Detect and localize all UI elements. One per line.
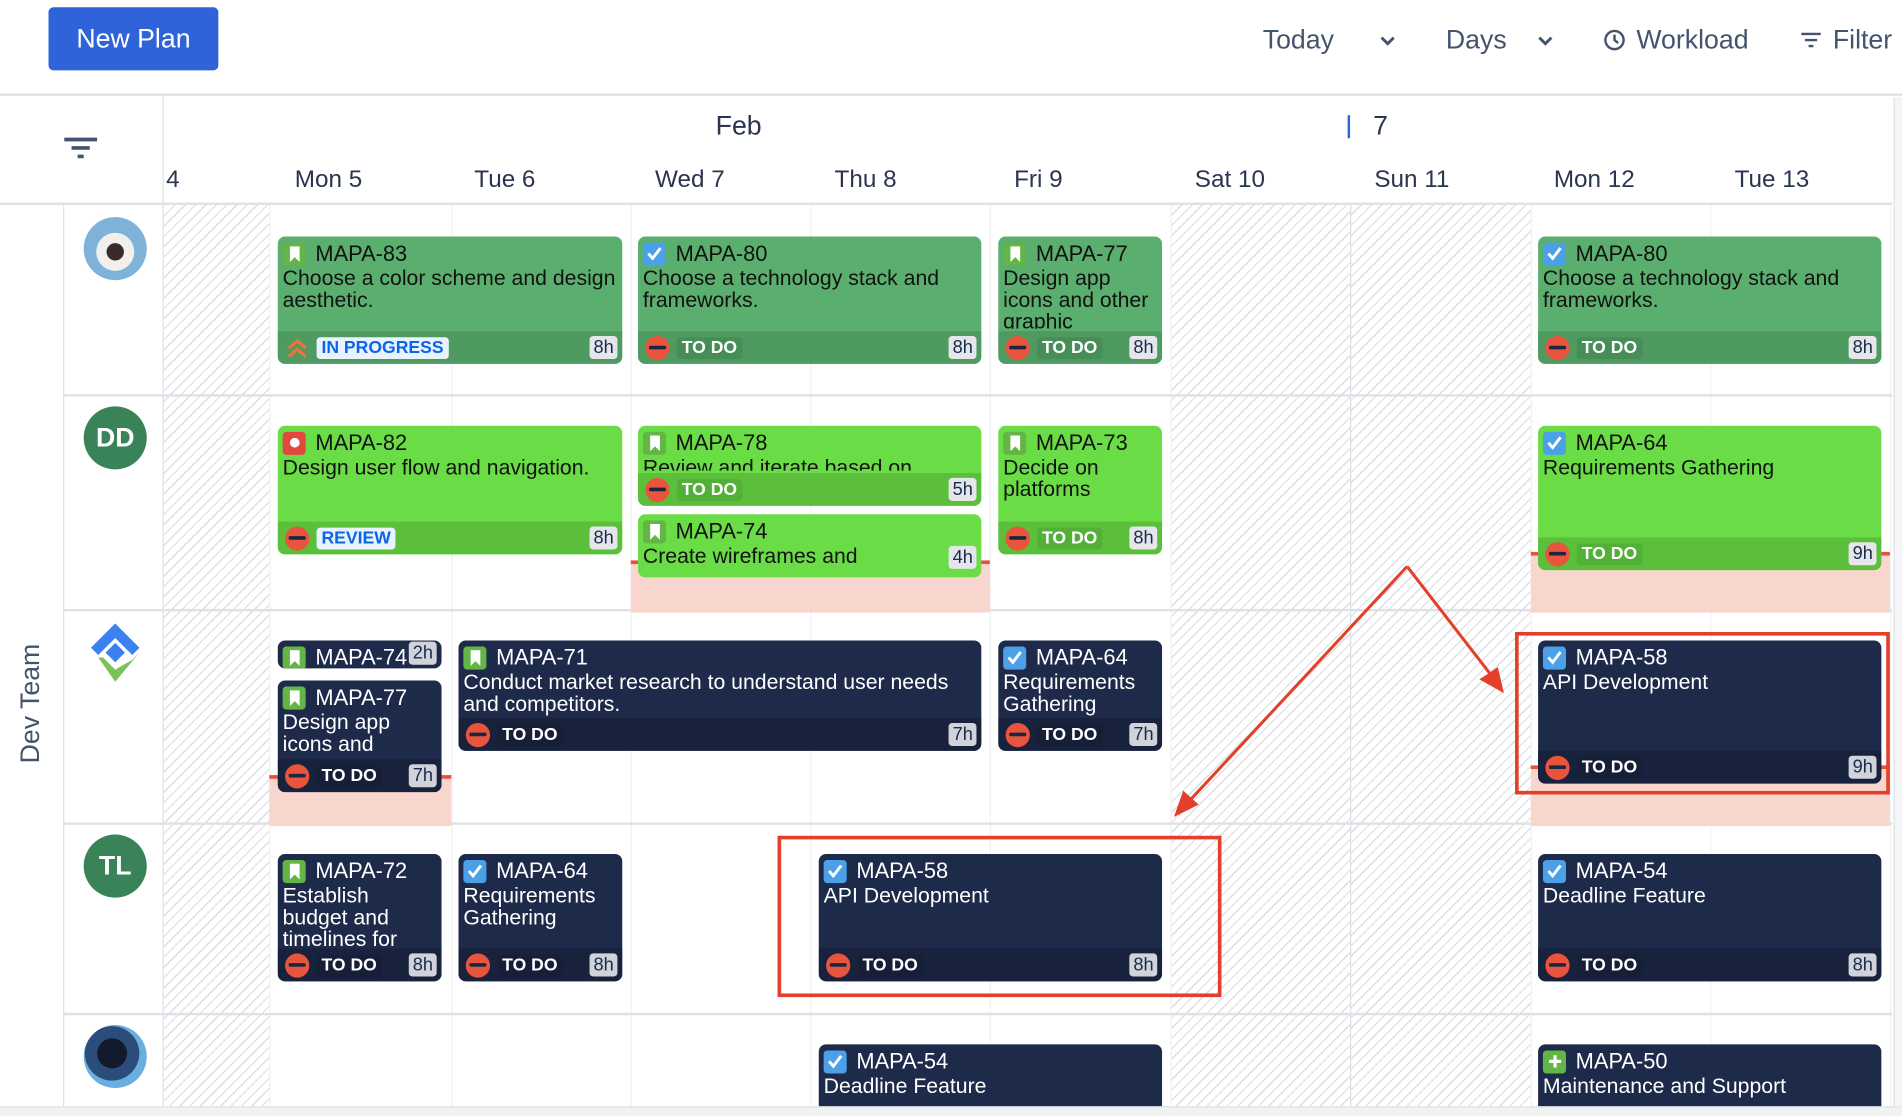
annotation-arrows xyxy=(1173,565,1504,817)
horizontal-scrollbar[interactable] xyxy=(0,1106,1902,1116)
vertical-scrollbar[interactable] xyxy=(1893,97,1902,1107)
arrowhead-icon xyxy=(1479,667,1504,694)
planner-app: New Plan Today Days Workload Filter Feb … xyxy=(0,0,1902,1116)
arrow-line xyxy=(1405,565,1496,681)
arrow-line xyxy=(1185,565,1409,806)
